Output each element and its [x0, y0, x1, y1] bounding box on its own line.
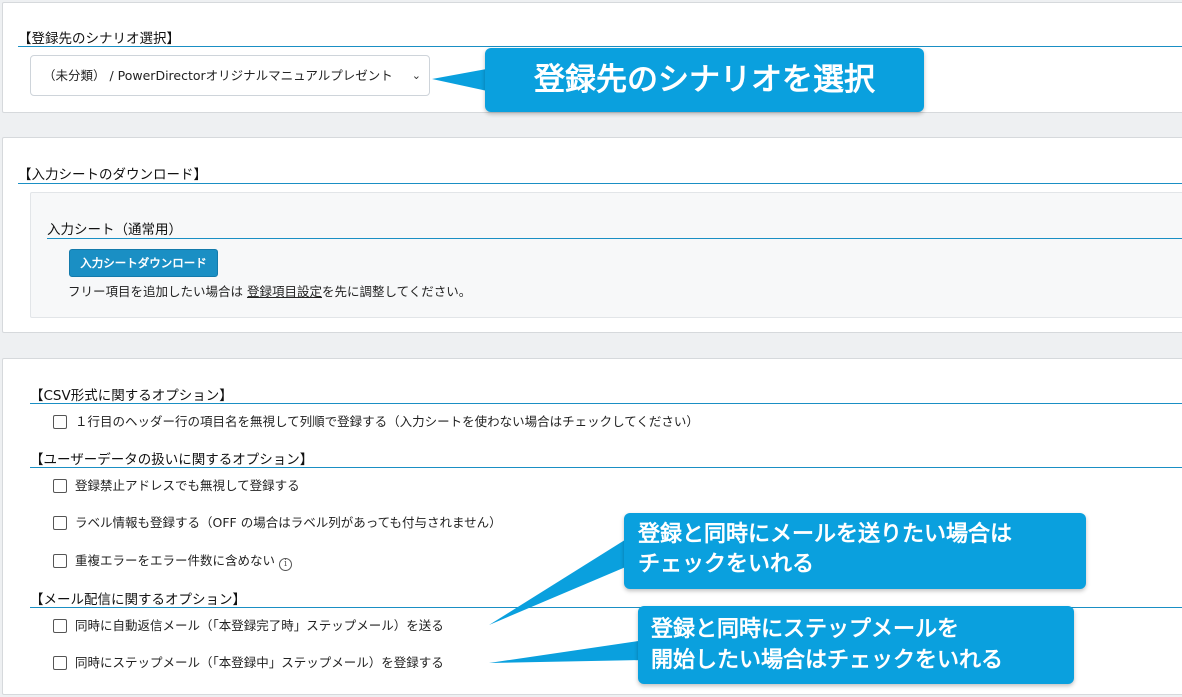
ignore-blocked-label: 登録禁止アドレスでも無視して登録する	[75, 478, 300, 493]
user-options-title: 【ユーザーデータの扱いに関するオプション】	[30, 452, 314, 468]
register-labels-checkbox[interactable]	[53, 516, 67, 530]
download-note: フリー項目を追加したい場合は 登録項目設定を先に調整してください。	[68, 281, 471, 300]
info-icon[interactable]: i	[279, 558, 293, 571]
exclude-duplicates-label-wrap: 重複エラーをエラー件数に含めない i	[75, 552, 293, 571]
registration-settings-link[interactable]: 登録項目設定	[247, 284, 322, 299]
auto-reply-callout-line1: 登録と同時にメールを送りたい場合は	[638, 522, 1013, 547]
download-input-sheet-button[interactable]: 入力シートダウンロード	[69, 249, 218, 277]
input-sheet-title: 入力シート（通常用）	[47, 222, 182, 238]
ignore-header-label: １行目のヘッダー行の項目名を無視して列順で登録する（入力シートを使わない場合はチ…	[75, 414, 699, 429]
csv-options-rule	[30, 403, 1182, 404]
send-auto-reply-checkbox[interactable]	[53, 619, 67, 633]
auto-reply-callout: 登録と同時にメールを送りたい場合は チェックをいれる	[624, 513, 1086, 589]
mail-options-title: 【メール配信に関するオプション】	[30, 592, 246, 608]
step-mail-callout: 登録と同時にステップメールを 開始したい場合はチェックをいれる	[638, 606, 1074, 684]
register-step-mail-label: 同時にステップメール（「本登録中」ステップメール）を登録する	[75, 655, 444, 670]
auto-reply-callout-line2: チェックをいれる	[638, 552, 815, 577]
scenario-select-value: （未分類） / PowerDirectorオリジナルマニュアルプレゼント	[43, 68, 393, 83]
scenario-section-title: 【登録先のシナリオ選択】	[18, 31, 180, 47]
download-section-rule	[18, 183, 1182, 184]
scenario-select[interactable]: （未分類） / PowerDirectorオリジナルマニュアルプレゼント ⌄	[30, 55, 430, 96]
input-sheet-rule	[47, 238, 1182, 239]
step-mail-callout-line2: 開始したい場合はチェックをいれる	[651, 648, 1004, 673]
exclude-duplicates-label: 重複エラーをエラー件数に含めない	[75, 553, 276, 568]
scenario-callout: 登録先のシナリオを選択	[485, 48, 924, 112]
step-mail-callout-line1: 登録と同時にステップメールを	[651, 617, 960, 642]
download-note-prefix: フリー項目を追加したい場合は	[68, 284, 247, 299]
ignore-header-checkbox[interactable]	[53, 415, 67, 429]
download-note-suffix: を先に調整してください。	[322, 284, 472, 299]
download-section-title: 【入力シートのダウンロード】	[18, 167, 207, 183]
register-step-mail-checkbox[interactable]	[53, 656, 67, 670]
chevron-down-icon: ⌄	[411, 69, 421, 82]
ignore-blocked-checkbox[interactable]	[53, 479, 67, 493]
exclude-duplicates-checkbox[interactable]	[53, 554, 67, 568]
send-auto-reply-label: 同時に自動返信メール（「本登録完了時」ステップメール）を送る	[75, 618, 444, 633]
register-labels-label: ラベル情報も登録する（OFF の場合はラベル列があっても付与されません）	[75, 515, 502, 530]
scenario-section-rule	[18, 46, 1182, 47]
user-options-rule	[30, 467, 1182, 468]
csv-options-title: 【CSV形式に関するオプション】	[30, 388, 233, 404]
